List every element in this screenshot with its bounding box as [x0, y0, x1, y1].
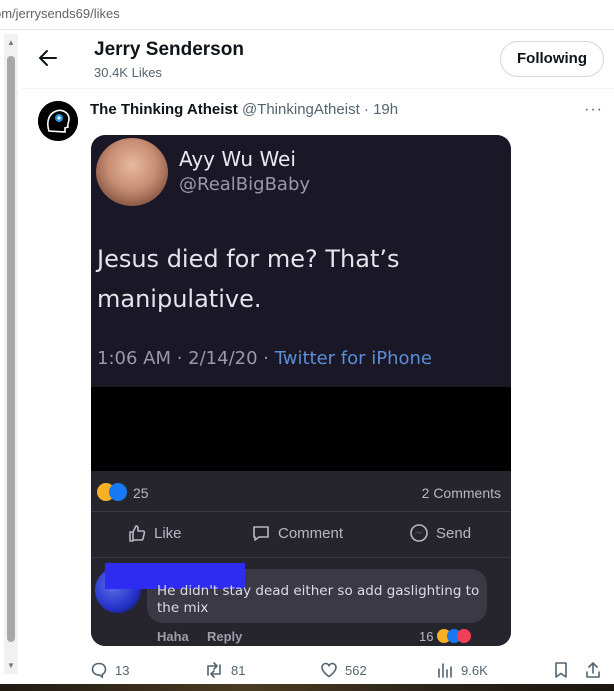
- facebook-post-footer: 25 2 Comments Like Comment Send He didn'…: [91, 471, 511, 646]
- scrollbar[interactable]: ▲ ▼: [4, 34, 18, 674]
- separator: ·: [363, 101, 369, 118]
- divider: [91, 557, 511, 558]
- reactions-count: 25: [133, 485, 149, 501]
- profile-header: Jerry Senderson 30.4K Likes Following: [22, 30, 614, 88]
- media-time: 1:06 AM · 2/14/20 ·: [97, 348, 269, 369]
- retweet-action[interactable]: 81: [204, 661, 245, 679]
- media-meta: 1:06 AM · 2/14/20 · Twitter for iPhone: [97, 348, 432, 369]
- tweet[interactable]: The Thinking Atheist @ThinkingAtheist · …: [22, 88, 614, 691]
- divider: [91, 511, 511, 512]
- share-icon: [586, 662, 600, 678]
- reply-action[interactable]: 13: [90, 661, 129, 679]
- tweet-time[interactable]: 19h: [373, 101, 398, 118]
- heart-reaction-icon: [457, 629, 472, 643]
- comment-reactions-count: 16: [419, 629, 434, 644]
- comment-reactions: 16: [419, 629, 472, 644]
- more-options-icon[interactable]: ···: [584, 101, 603, 119]
- media-client: Twitter for iPhone: [274, 348, 432, 369]
- retweet-count: 81: [231, 662, 246, 678]
- back-arrow-icon[interactable]: [36, 46, 60, 70]
- fb-like-label: Like: [154, 524, 182, 542]
- scroll-thumb[interactable]: [7, 56, 15, 642]
- views-action[interactable]: 9.6K: [436, 661, 488, 679]
- comment-reply: Reply: [207, 629, 243, 644]
- taskbar-edge: [0, 684, 614, 691]
- comments-count: 2 Comments: [421, 485, 501, 501]
- reply-count: 13: [115, 662, 130, 678]
- bookmark-button[interactable]: [552, 661, 570, 679]
- heart-icon: [321, 662, 337, 678]
- bookmark-icon: [555, 662, 567, 678]
- retweet-icon: [207, 662, 221, 678]
- media-tweet-text: Jesus died for me? That’s manipulative.: [97, 245, 400, 313]
- views-chart-icon: [438, 663, 452, 678]
- comment-haha: Haha: [157, 629, 189, 644]
- scroll-up-arrow-icon[interactable]: ▲: [7, 38, 15, 47]
- thumbs-up-icon: [129, 525, 146, 542]
- media-handle: @RealBigBaby: [179, 174, 311, 195]
- fb-send-label: Send: [436, 524, 472, 542]
- media-profile-photo: [96, 138, 168, 206]
- tweet-actions: 13 81 562 9.6K: [22, 659, 614, 683]
- like-count: 562: [345, 662, 367, 678]
- scroll-down-arrow-icon[interactable]: ▼: [7, 661, 15, 670]
- likes-count: 30.4K Likes: [94, 65, 162, 80]
- reply-icon: [91, 662, 107, 679]
- author-name[interactable]: The Thinking Atheist: [90, 101, 238, 118]
- like-reaction-icon: [109, 483, 127, 501]
- comment-text: He didn't stay dead either so add gaslig…: [157, 583, 480, 616]
- fb-like: Like: [127, 523, 182, 543]
- address-bar[interactable]: om/jerrysends69/likes: [0, 0, 614, 30]
- url-text: om/jerrysends69/likes: [0, 6, 120, 21]
- share-button[interactable]: [584, 661, 602, 679]
- fb-comment-label: Comment: [278, 524, 344, 542]
- following-button[interactable]: Following: [500, 41, 604, 77]
- author-line: The Thinking Atheist @ThinkingAtheist · …: [90, 101, 398, 118]
- author-handle[interactable]: @ThinkingAtheist: [242, 101, 360, 118]
- comment-bubble-icon: [253, 526, 269, 541]
- author-avatar[interactable]: [38, 101, 78, 141]
- media-black-band: [91, 387, 511, 471]
- views-count: 9.6K: [461, 662, 488, 678]
- fb-comment: Comment: [251, 523, 343, 543]
- tweet-media-image[interactable]: Ayy Wu Wei @RealBigBaby Jesus died for m…: [91, 135, 511, 646]
- like-action[interactable]: 562: [320, 661, 367, 679]
- media-name: Ayy Wu Wei: [179, 147, 296, 171]
- fb-send: Send: [409, 523, 471, 543]
- profile-name: Jerry Senderson: [94, 39, 244, 60]
- messenger-icon: [410, 524, 428, 542]
